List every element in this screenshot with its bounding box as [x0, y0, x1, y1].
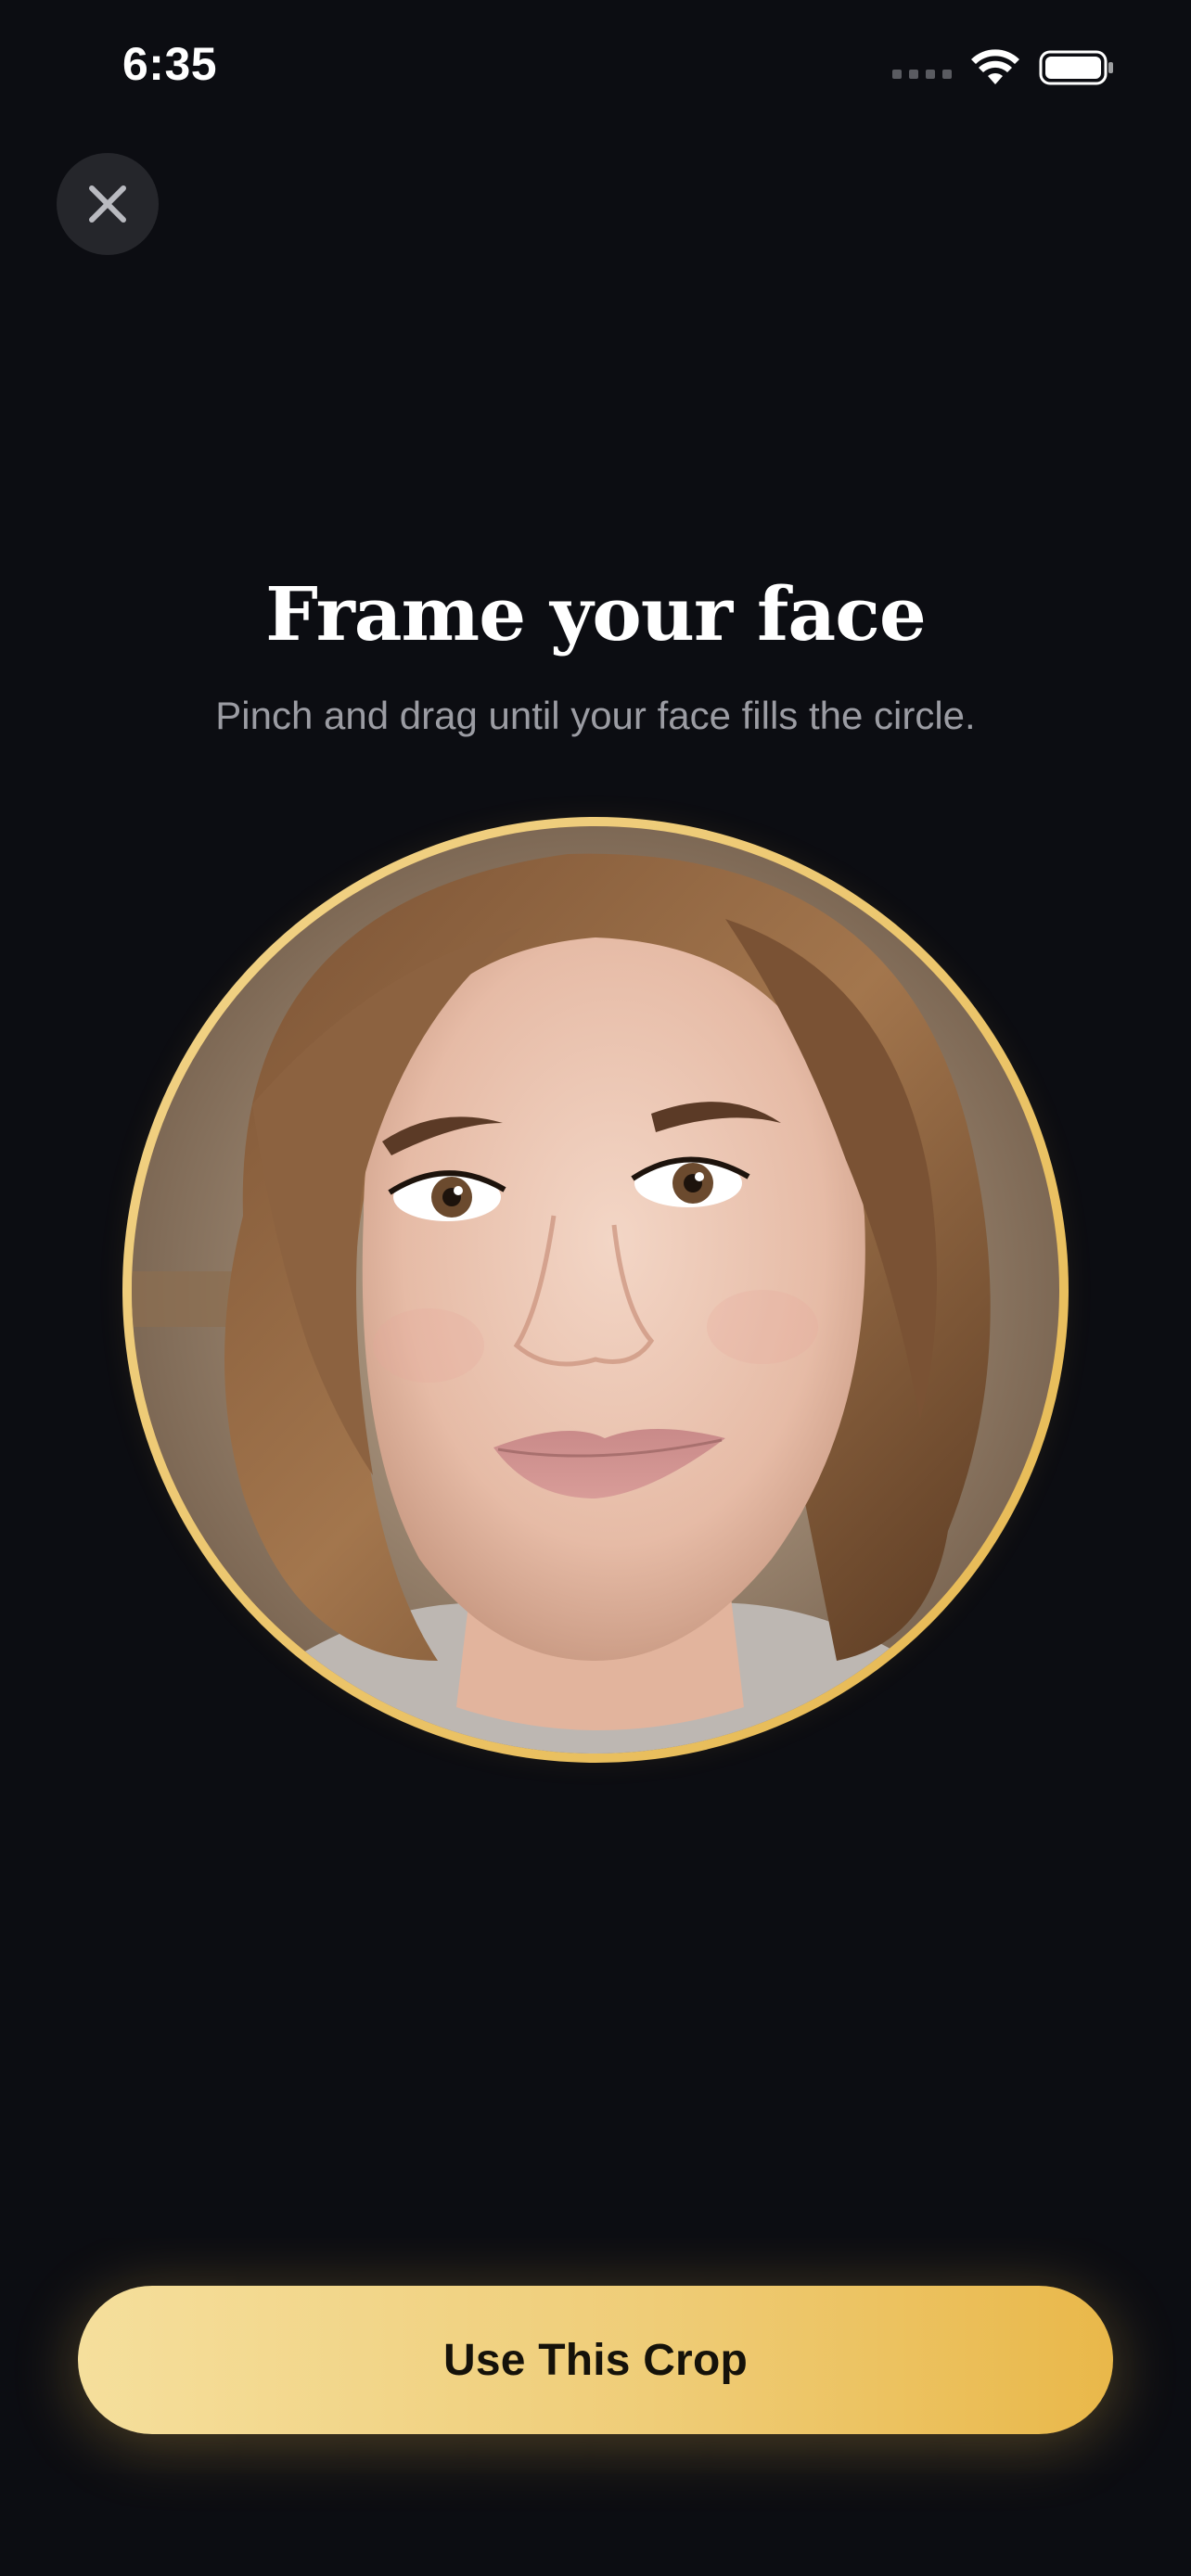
status-bar: 6:35	[0, 0, 1191, 139]
use-this-crop-button[interactable]: Use This Crop	[78, 2286, 1113, 2434]
wifi-icon	[971, 49, 1019, 84]
cta-label: Use This Crop	[443, 2335, 748, 2385]
page-subtitle: Pinch and drag until your face fills the…	[215, 694, 976, 737]
battery-icon	[1039, 50, 1113, 85]
status-time: 6:35	[122, 38, 218, 90]
face-photo-crop-area[interactable]	[132, 826, 1059, 1753]
close-button[interactable]	[57, 153, 159, 255]
cellular-signal-icon	[892, 70, 952, 79]
close-icon	[89, 185, 126, 223]
page-title: Frame your face	[265, 570, 927, 657]
face-photo	[132, 826, 1059, 1753]
status-indicators	[892, 46, 1115, 89]
